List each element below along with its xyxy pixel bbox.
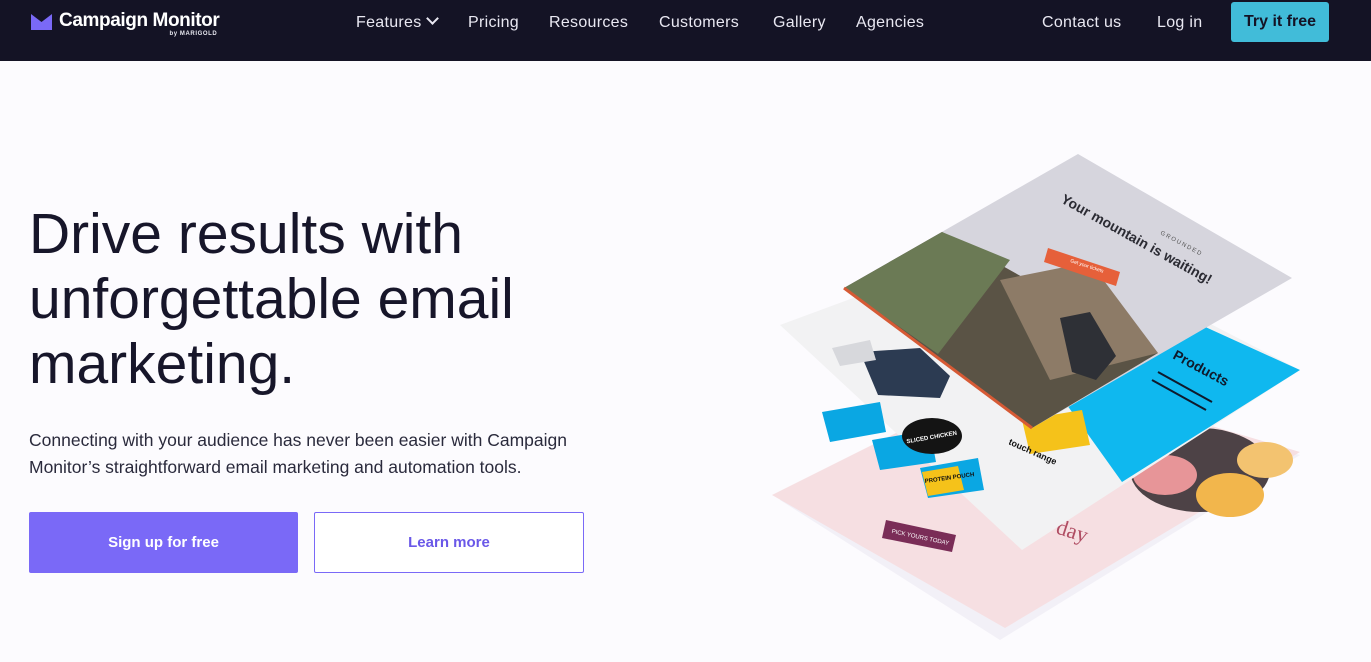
nav-customers[interactable]: Customers: [659, 13, 739, 33]
nav-resources[interactable]: Resources: [549, 13, 628, 33]
nav-features[interactable]: Features: [356, 12, 439, 33]
try-it-free-button[interactable]: Try it free: [1231, 2, 1329, 42]
top-navigation-bar: Campaign Monitor by MARIGOLD Features Pr…: [0, 0, 1371, 61]
chevron-down-icon: [425, 12, 439, 25]
nav-log-in[interactable]: Log in: [1157, 13, 1202, 33]
nav-contact-us[interactable]: Contact us: [1042, 13, 1121, 33]
campaign-monitor-logo[interactable]: Campaign Monitor by MARIGOLD: [31, 10, 220, 50]
email-templates-illustration: PICK YOURS TODAY day Products PROTEIN PO…: [772, 154, 1300, 640]
envelope-logo-icon: [31, 14, 52, 30]
brand-name: Campaign Monitor: [59, 10, 220, 31]
nav-pricing[interactable]: Pricing: [468, 13, 519, 33]
sign-up-button[interactable]: Sign up for free: [29, 512, 298, 573]
nav-gallery[interactable]: Gallery: [773, 13, 826, 33]
learn-more-button[interactable]: Learn more: [314, 512, 584, 573]
brand-byline: by MARIGOLD: [169, 31, 218, 37]
nav-agencies[interactable]: Agencies: [856, 13, 924, 33]
nav-features-label: Features: [356, 14, 422, 31]
hero-title: Drive results with unforgettable email m…: [29, 202, 514, 396]
hero-subtitle: Connecting with your audience has never …: [29, 430, 567, 477]
